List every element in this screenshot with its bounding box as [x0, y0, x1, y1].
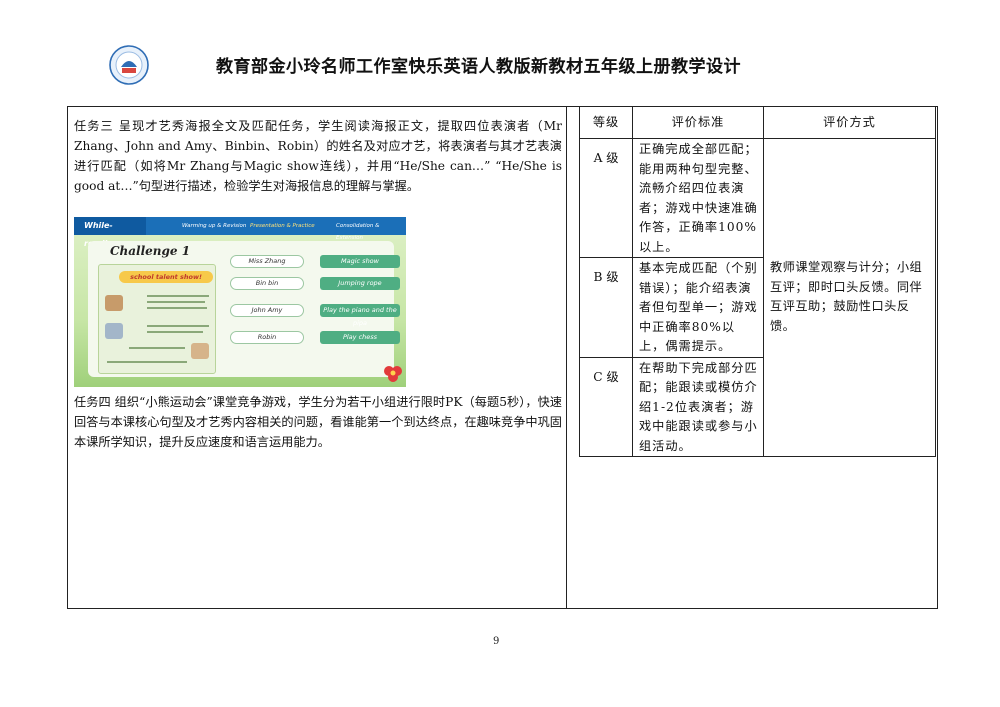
criteria-cell: 在帮助下完成部分匹配；能跟读或模仿介绍1-2位表演者；游戏中能跟读或参与小组活动… — [632, 356, 764, 457]
table-header-row: 等级 评价标准 评价方式 — [579, 106, 936, 139]
slide-section-label: While-reading — [74, 217, 146, 248]
poster-text-line — [147, 301, 205, 303]
column-divider — [566, 106, 567, 609]
header-grade: 等级 — [579, 106, 633, 139]
task4-block: 任务四 组织“小熊运动会”课堂竞争游戏，学生分为若干小组进行限时PK（每题5秒）… — [74, 392, 562, 452]
evaluation-table: 等级 评价标准 评价方式 A 级 正确完成全部匹配；能用两种句型完整、流畅介绍四… — [579, 106, 936, 457]
poster-text-line — [147, 295, 209, 297]
challenge-heading: Challenge 1 — [110, 244, 191, 258]
table-row: A 级 正确完成全部匹配；能用两种句型完整、流畅介绍四位表演者；游戏中快速准确作… — [579, 138, 936, 457]
lesson-slide-image: While-reading Warming up & Revision Pres… — [74, 217, 406, 387]
poster-text-line — [147, 331, 203, 333]
method-cell: 教师课堂观察与计分；小组互评；即时口头反馈。同伴互评互助；鼓励性口头反馈。 — [763, 138, 936, 457]
poster-title: school talent show! — [119, 271, 213, 283]
grade-cell: C 级 — [579, 356, 633, 457]
performer-name: Robin — [230, 331, 304, 344]
performer-name: Miss Zhang — [230, 255, 304, 268]
header-criteria: 评价标准 — [632, 106, 764, 139]
poster-text-line — [129, 347, 185, 349]
studio-logo-icon — [109, 45, 149, 85]
document-title: 教育部金小玲名师工作室快乐英语人教版新教材五年级上册教学设计 — [216, 57, 741, 77]
slide-tab-warming: Warming up & Revision — [182, 223, 247, 229]
poster-text-line — [107, 361, 187, 363]
performer-picture — [191, 343, 209, 359]
task3-text: 任务三 呈现才艺秀海报全文及匹配任务，学生阅读海报正文，提取四位表演者（Mr Z… — [74, 119, 562, 193]
criteria-cell: 基本完成匹配（个别错误）；能介绍表演者但句型单一；游戏中正确率80%以上，偶需提… — [632, 257, 764, 358]
header-method: 评价方式 — [763, 106, 936, 139]
performer-picture — [105, 295, 123, 311]
slide-tab-presentation: Presentation & Practice — [250, 223, 315, 229]
page-number: 9 — [493, 636, 500, 647]
task-description: 任务三 呈现才艺秀海报全文及匹配任务，学生阅读海报正文，提取四位表演者（Mr Z… — [74, 116, 562, 196]
talent-label: Magic show — [320, 255, 400, 268]
performer-name: Bin bin — [230, 277, 304, 290]
flower-decoration-icon — [384, 366, 402, 382]
poster-text-line — [147, 325, 209, 327]
performer-name: John Amy — [230, 304, 304, 317]
task4-text: 任务四 组织“小熊运动会”课堂竞争游戏，学生分为若干小组进行限时PK（每题5秒）… — [74, 395, 562, 449]
criteria-cell: 正确完成全部匹配；能用两种句型完整、流畅介绍四位表演者；游戏中快速准确作答，正确… — [632, 138, 764, 258]
grade-cell: A 级 — [579, 138, 633, 258]
talent-show-poster: school talent show! — [98, 264, 216, 374]
performer-picture — [105, 323, 123, 339]
talent-label: Play the piano and the pipa — [320, 304, 400, 327]
page-header: 教育部金小玲名师工作室快乐英语人教版新教材五年级上册教学设计 — [0, 0, 1000, 100]
talent-label: Play chess — [320, 331, 400, 344]
talent-label: Jumping rope — [320, 277, 400, 290]
poster-text-line — [147, 307, 207, 309]
grade-cell: B 级 — [579, 257, 633, 358]
slide-tab-consolidation: Consolidation & Extension — [336, 223, 380, 241]
